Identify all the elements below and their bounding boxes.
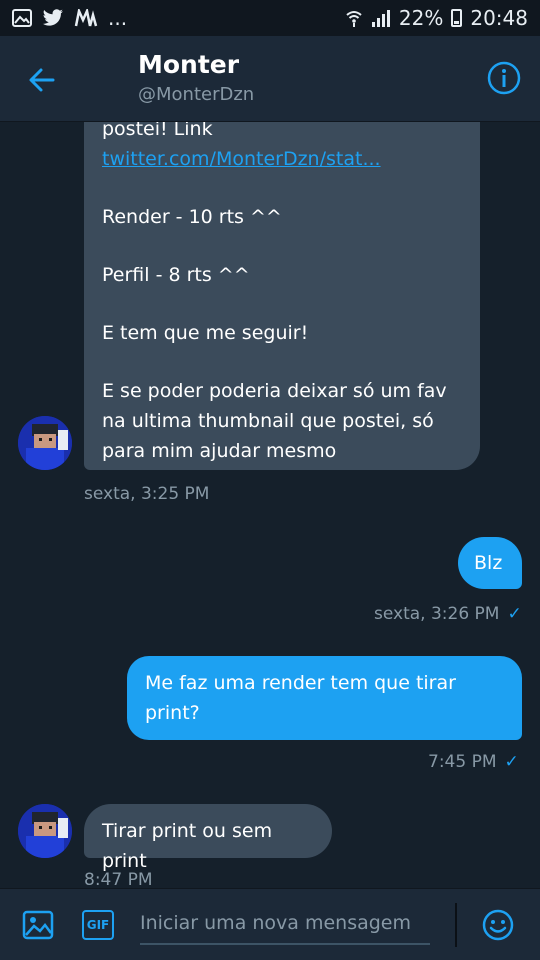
image-icon	[22, 910, 54, 940]
image-icon	[12, 9, 32, 27]
avatar[interactable]	[18, 416, 72, 470]
message-text: Perfil - 8 rts ^^	[102, 264, 250, 286]
status-bar: ... 22% 20:48	[0, 0, 540, 36]
message-status: 7:45 PM ✓	[428, 752, 519, 772]
m-app-icon	[74, 9, 98, 27]
message-input[interactable]	[140, 905, 430, 941]
avatar-image	[18, 804, 72, 858]
message-timestamp: 8:47 PM	[84, 870, 153, 888]
twitter-bird-icon	[42, 9, 64, 27]
add-photo-button[interactable]	[22, 909, 54, 941]
avatar[interactable]	[18, 804, 72, 858]
message-text: Blz	[474, 552, 503, 574]
smiley-icon	[482, 909, 514, 941]
wifi-icon	[345, 9, 363, 27]
message-timestamp: 7:45 PM	[428, 752, 497, 772]
avatar-image	[18, 416, 72, 470]
message-bubble-outgoing[interactable]: Blz	[458, 537, 522, 589]
tweet-link[interactable]: twitter.com/MonterDzn/stat...	[102, 148, 381, 170]
back-button[interactable]	[26, 64, 58, 96]
info-icon	[487, 61, 521, 95]
message-input-wrapper	[140, 905, 430, 945]
message-text: E se poder poderia deixar só um fav na u…	[102, 380, 447, 462]
message-text: Me faz uma render tem que tirar print?	[145, 672, 456, 724]
message-bubble-incoming[interactable]: postei! Link twitter.com/MonterDzn/stat.…	[84, 122, 480, 470]
message-text: Render - 10 rts ^^	[102, 206, 282, 228]
signal-icon	[371, 9, 391, 27]
battery-icon	[451, 9, 463, 27]
info-button[interactable]	[487, 61, 521, 95]
message-text: postei! Link twitter.com/MonterDzn/stat.…	[102, 122, 381, 170]
message-bubble-outgoing[interactable]: Me faz uma render tem que tirar print?	[127, 656, 522, 740]
conversation-header: Monter @MonterDzn	[0, 36, 540, 122]
message-text: E tem que me seguir!	[102, 322, 309, 344]
clock: 20:48	[470, 6, 528, 30]
message-list[interactable]: postei! Link twitter.com/MonterDzn/stat.…	[0, 122, 540, 888]
message-status: sexta, 3:26 PM ✓	[374, 604, 522, 624]
message-bubble-incoming[interactable]: Tirar print ou sem print	[84, 804, 332, 872]
checkmark-icon: ✓	[504, 752, 519, 772]
status-bar-system: 22% 20:48	[345, 6, 528, 30]
checkmark-icon: ✓	[507, 604, 522, 624]
message-timestamp: sexta, 3:26 PM	[374, 604, 500, 624]
emoji-button[interactable]	[482, 909, 514, 941]
gif-button[interactable]: GIF	[82, 910, 114, 940]
message-timestamp: sexta, 3:25 PM	[84, 484, 210, 504]
more-notifications: ...	[108, 6, 128, 30]
message-text: Tirar print ou sem print	[102, 820, 273, 872]
battery-percentage: 22%	[398, 6, 444, 30]
contact-handle: @MonterDzn	[138, 84, 255, 105]
status-bar-notifications: ...	[12, 6, 127, 30]
composer-divider	[455, 903, 457, 947]
contact-name: Monter	[138, 50, 240, 79]
back-arrow-icon	[29, 68, 55, 92]
message-composer: GIF	[0, 888, 540, 960]
